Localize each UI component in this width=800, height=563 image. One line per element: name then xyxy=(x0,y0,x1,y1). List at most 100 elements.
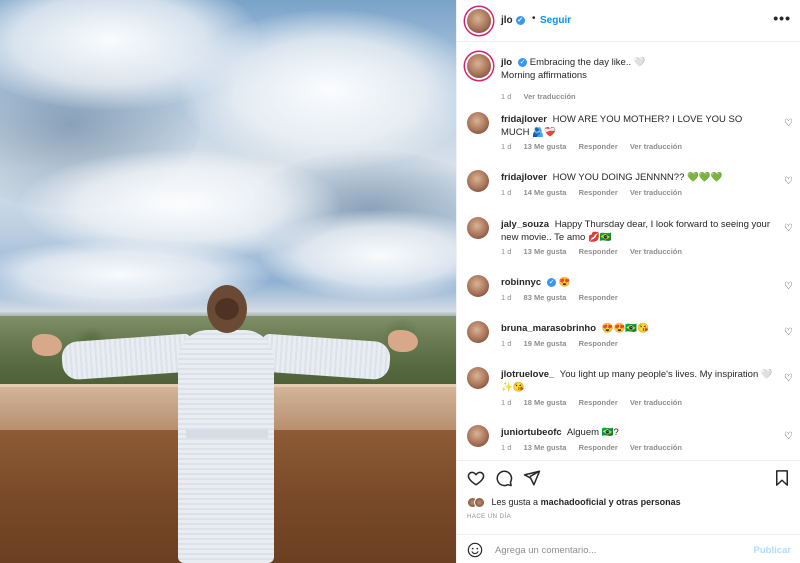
cloud xyxy=(180,10,456,170)
comment-text: robinnyc ✓ 😍 xyxy=(501,276,773,289)
bookmark-icon[interactable] xyxy=(773,469,791,487)
comment-item: fridajlover HOW ARE YOU MOTHER? I LOVE Y… xyxy=(457,112,800,156)
likes-text: Les gusta a machadooficial y otras perso… xyxy=(492,497,681,507)
comment-likes[interactable]: 14 Me gusta xyxy=(524,188,567,197)
publish-button[interactable]: Publicar xyxy=(754,545,792,556)
translate-link[interactable]: Ver traducción xyxy=(630,398,682,407)
caption-meta: 1 d Ver traducción xyxy=(501,92,586,101)
translate-link[interactable]: Ver traducción xyxy=(630,142,682,151)
comment-item: bruna_marasobrinho 😍😍🇧🇷😘 ♡ 1 d 19 Me gus… xyxy=(457,321,800,361)
comment-username[interactable]: fridajlover xyxy=(501,172,547,183)
reply-button[interactable]: Responder xyxy=(579,247,618,256)
verified-icon: ✓ xyxy=(515,15,525,25)
comment-text: fridajlover HOW ARE YOU MOTHER? I LOVE Y… xyxy=(501,113,773,139)
hair-bun xyxy=(215,298,239,320)
like-comment-icon[interactable]: ♡ xyxy=(784,281,793,292)
commenter-avatar[interactable] xyxy=(467,170,489,192)
likes-summary[interactable]: Les gusta a machadooficial y otras perso… xyxy=(467,497,681,511)
comment-meta: 1 d 13 Me gusta Responder Ver traducción xyxy=(501,443,692,452)
commenter-avatar[interactable] xyxy=(467,425,489,447)
post-time: HACE UN DÍA xyxy=(467,514,512,520)
emoji-icon[interactable] xyxy=(467,542,483,558)
comment-item: jlotruelove_ You light up many people's … xyxy=(457,367,800,417)
like-comment-icon[interactable]: ♡ xyxy=(784,327,793,338)
commenter-avatar[interactable] xyxy=(467,367,489,389)
like-comment-icon[interactable]: ♡ xyxy=(784,223,793,234)
comment-likes[interactable]: 83 Me gusta xyxy=(524,293,567,302)
post-actions: Les gusta a machadooficial y otras perso… xyxy=(457,460,800,563)
heart-icon[interactable] xyxy=(467,469,485,487)
post-photo[interactable] xyxy=(0,0,456,563)
comment-meta: 1 d 13 Me gusta Responder Ver traducción xyxy=(501,247,692,256)
caption-username[interactable]: jlo xyxy=(501,57,512,68)
commenter-avatar[interactable] xyxy=(467,217,489,239)
comment-time: 1 d xyxy=(501,443,512,452)
reply-button[interactable]: Responder xyxy=(579,188,618,197)
share-icon[interactable] xyxy=(523,469,541,487)
comment-likes[interactable]: 13 Me gusta xyxy=(524,443,567,452)
translate-link[interactable]: Ver traducción xyxy=(524,92,576,101)
post-header: jlo ✓ • Seguir ••• xyxy=(457,0,800,42)
comment-likes[interactable]: 19 Me gusta xyxy=(524,339,567,348)
bathrobe xyxy=(178,330,274,563)
reply-button[interactable]: Responder xyxy=(579,443,618,452)
comment-likes[interactable]: 18 Me gusta xyxy=(524,398,567,407)
comment-username[interactable]: jaly_souza xyxy=(501,219,549,230)
caption-avatar[interactable] xyxy=(467,54,491,78)
comment-likes[interactable]: 13 Me gusta xyxy=(524,247,567,256)
comment-username[interactable]: jlotruelove_ xyxy=(501,369,554,380)
comment-username[interactable]: fridajlover xyxy=(501,114,547,125)
like-comment-icon[interactable]: ♡ xyxy=(784,373,793,384)
commenter-avatar[interactable] xyxy=(467,275,489,297)
reply-button[interactable]: Responder xyxy=(579,142,618,151)
like-comment-icon[interactable]: ♡ xyxy=(784,176,793,187)
comment-body: HOW YOU DOING JENNNN?? 💚💚💚 xyxy=(552,172,723,183)
author-username[interactable]: jlo ✓ xyxy=(501,15,525,26)
likes-user[interactable]: machadooficial xyxy=(541,497,607,507)
like-comment-icon[interactable]: ♡ xyxy=(784,118,793,129)
comment-likes[interactable]: 13 Me gusta xyxy=(524,142,567,151)
likes-suffix[interactable]: y otras personas xyxy=(609,497,681,507)
author-avatar[interactable] xyxy=(467,9,491,33)
reply-button[interactable]: Responder xyxy=(579,398,618,407)
comment-body: 😍 xyxy=(558,277,571,288)
more-icon[interactable]: ••• xyxy=(773,10,791,26)
comment-icon[interactable] xyxy=(495,469,513,487)
comment-username[interactable]: robinnyc xyxy=(501,277,541,288)
translate-link[interactable]: Ver traducción xyxy=(630,443,682,452)
comment-item: robinnyc ✓ 😍 ♡ 1 d 83 Me gusta Responder xyxy=(457,275,800,315)
caption-time: 1 d xyxy=(501,92,512,101)
comment-text: fridajlover HOW YOU DOING JENNNN?? 💚💚💚 xyxy=(501,171,773,184)
reply-button[interactable]: Responder xyxy=(579,339,618,348)
commenter-avatar[interactable] xyxy=(467,112,489,134)
comment-meta: 1 d 13 Me gusta Responder Ver traducción xyxy=(501,142,692,151)
comment-username[interactable]: bruna_marasobrinho xyxy=(501,323,596,334)
comment-time: 1 d xyxy=(501,188,512,197)
post-caption: jlo ✓ Embracing the day like.. 🤍 Morning … xyxy=(457,52,800,102)
verified-icon: ✓ xyxy=(547,277,557,287)
commenter-avatar[interactable] xyxy=(467,321,489,343)
comment-meta: 1 d 83 Me gusta Responder xyxy=(501,293,628,302)
translate-link[interactable]: Ver traducción xyxy=(630,247,682,256)
verified-icon: ✓ xyxy=(518,57,528,67)
caption-line-1: Embracing the day like.. 🤍 xyxy=(529,57,646,68)
comment-item: juniortubeofc Alguem 🇧🇷? ♡ 1 d 13 Me gus… xyxy=(457,425,800,460)
comment-username[interactable]: juniortubeofc xyxy=(501,427,562,438)
translate-link[interactable]: Ver traducción xyxy=(630,188,682,197)
comments-list[interactable]: jlo ✓ Embracing the day like.. 🤍 Morning … xyxy=(457,42,800,460)
comment-input[interactable] xyxy=(495,540,735,560)
follow-button[interactable]: Seguir xyxy=(540,15,571,26)
liker-avatar xyxy=(474,497,485,509)
comment-text: juniortubeofc Alguem 🇧🇷? xyxy=(501,426,773,439)
like-comment-icon[interactable]: ♡ xyxy=(784,431,793,442)
comment-time: 1 d xyxy=(501,339,512,348)
post-panel: jlo ✓ • Seguir ••• jlo ✓ Embracing the day… xyxy=(456,0,800,563)
reply-button[interactable]: Responder xyxy=(579,293,618,302)
comment-text: bruna_marasobrinho 😍😍🇧🇷😘 xyxy=(501,322,773,335)
comment-time: 1 d xyxy=(501,293,512,302)
comment-text: jlotruelove_ You light up many people's … xyxy=(501,368,773,394)
comment-time: 1 d xyxy=(501,398,512,407)
comment-item: jaly_souza Happy Thursday dear, I look f… xyxy=(457,217,800,267)
caption-text: jlo ✓ Embracing the day like.. 🤍 Morning … xyxy=(501,56,781,82)
comment-text: jaly_souza Happy Thursday dear, I look f… xyxy=(501,218,773,244)
